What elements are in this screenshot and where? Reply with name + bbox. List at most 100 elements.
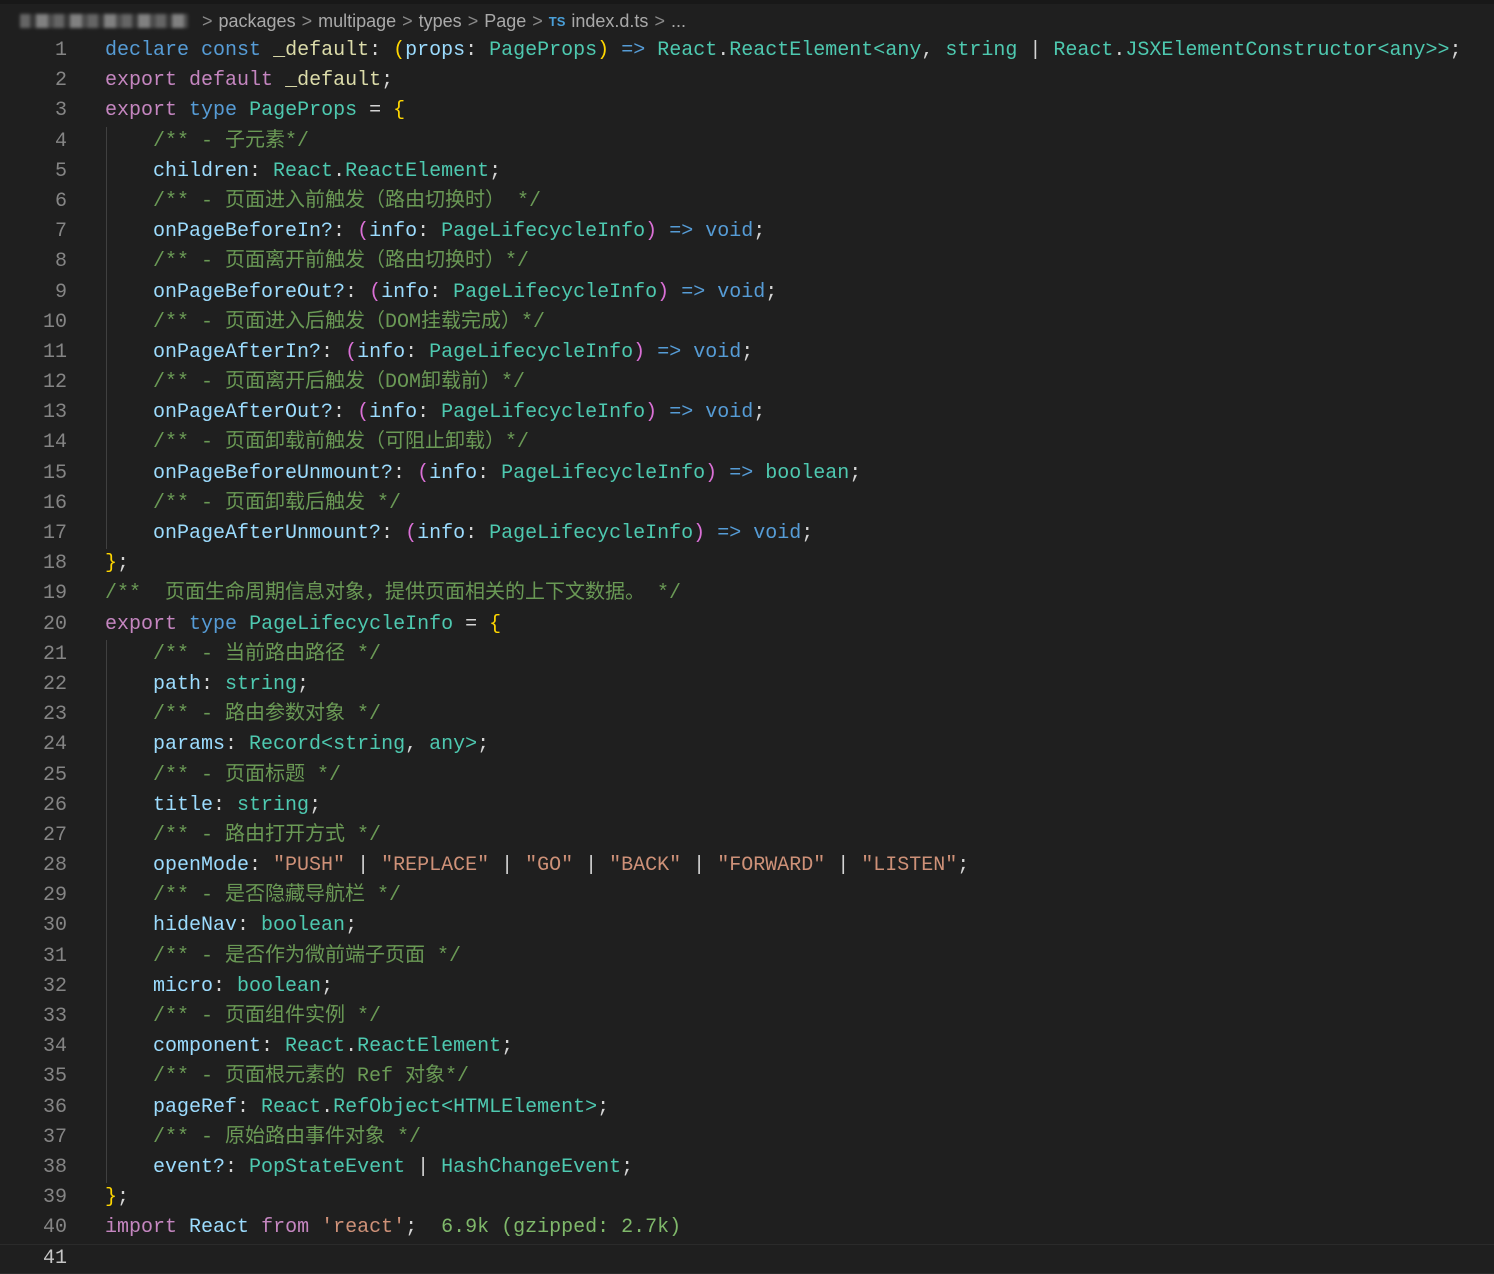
- import-cost-annotation: 6.9k (gzipped: 2.7k): [441, 1216, 682, 1240]
- code-token: :: [225, 733, 250, 757]
- line-number: 11: [42, 340, 67, 364]
- code-token: (: [369, 280, 382, 304]
- code-line[interactable]: 34 component: React.ReactElement;: [0, 1032, 1494, 1063]
- code-token: |: [825, 854, 862, 878]
- line-number: 33: [42, 1005, 67, 1028]
- code-token: /** - 页面离开后触发（DOM卸载前）*/: [105, 371, 526, 395]
- code-line[interactable]: 8 /** - 页面离开前触发（路由切换时）*/: [0, 247, 1494, 278]
- code-line[interactable]: 26 title: string;: [0, 790, 1494, 821]
- code-line[interactable]: 20 export type PageLifecycleInfo = {: [0, 610, 1494, 640]
- code-line[interactable]: 11 onPageAfterIn?: (info: PageLifecycleI…: [0, 337, 1494, 369]
- code-line[interactable]: 35 /** - 页面根元素的 Ref 对象*/: [0, 1062, 1494, 1093]
- code-token: :: [417, 220, 442, 244]
- code-token: (: [393, 39, 406, 62]
- code-line[interactable]: 33 /** - 页面组件实例 */: [0, 1002, 1494, 1033]
- code-line[interactable]: 14 /** - 页面卸载前触发（可阻止卸载）*/: [0, 428, 1494, 459]
- breadcrumb-item-file[interactable]: index.d.ts: [571, 11, 648, 32]
- code-line[interactable]: 3 export type PageProps = {: [0, 96, 1494, 126]
- code-token: hideNav: [105, 914, 238, 938]
- breadcrumb-symbols[interactable]: ...: [671, 11, 686, 32]
- line-number: 36: [42, 1095, 67, 1119]
- code-line[interactable]: 22 path: string;: [0, 669, 1494, 701]
- code-token: onPageBeforeUnmount?: [105, 461, 394, 485]
- code-line[interactable]: 40 import React from 'react'; 6.9k (gzipp…: [0, 1213, 1494, 1243]
- code-token: "LISTEN": [861, 854, 958, 878]
- code-token: _default: [285, 69, 382, 93]
- code-token: string: [237, 793, 310, 817]
- breadcrumb-item-page[interactable]: Page: [484, 11, 526, 32]
- code-line[interactable]: 31 /** - 是否作为微前端子页面 */: [0, 941, 1494, 972]
- code-line[interactable]: 5 children: React.ReactElement;: [0, 156, 1494, 187]
- line-number: 32: [42, 974, 67, 998]
- line-number: 8: [54, 250, 67, 274]
- code-line[interactable]: 36 pageRef: React.RefObject<HTMLElement>…: [0, 1092, 1494, 1123]
- code-token: PopStateEvent: [249, 1155, 406, 1179]
- code-token: ;: [597, 1095, 610, 1119]
- code-line[interactable]: 9 onPageBeforeOut?: (info: PageLifecycle…: [0, 277, 1494, 308]
- code-token: boolean: [237, 974, 322, 998]
- code-token: :: [201, 672, 226, 696]
- code-line[interactable]: 27 /** - 路由打开方式 */: [0, 820, 1494, 852]
- code-line[interactable]: 24 params: Record<string, any>;: [0, 730, 1494, 761]
- code-line[interactable]: 4 /** - 子元素*/: [0, 126, 1494, 157]
- code-line[interactable]: 41: [0, 1244, 1494, 1274]
- code-line[interactable]: 17 onPageAfterUnmount?: (info: PageLifec…: [0, 519, 1494, 550]
- code-line[interactable]: 39};: [0, 1183, 1494, 1213]
- code-token: :: [213, 974, 238, 998]
- code-line[interactable]: 7 onPageBeforeIn?: (info: PageLifecycleI…: [0, 217, 1494, 248]
- code-line[interactable]: 21 /** - 当前路由路径 */: [0, 639, 1494, 670]
- code-line[interactable]: 16 /** - 页面卸载后触发 */: [0, 488, 1494, 519]
- code-line[interactable]: 29 /** - 是否隐藏导航栏 */: [0, 881, 1494, 912]
- code-text: /** - 子元素*/: [105, 127, 309, 157]
- code-token: _default: [273, 39, 370, 62]
- code-token: export: [105, 99, 178, 123]
- code-line[interactable]: 19 /** 页面生命周期信息对象，提供页面相关的上下文数据。 */: [0, 579, 1494, 609]
- code-line[interactable]: 23 /** - 路由参数对象 */: [0, 700, 1494, 731]
- code-line[interactable]: 6 /** - 页面进入前触发（路由切换时） */: [0, 186, 1494, 218]
- code-line[interactable]: 38 event?: PopStateEvent | HashChangeEve…: [0, 1152, 1494, 1184]
- code-line[interactable]: 28 openMode: "PUSH" | "REPLACE" | "GO" |…: [0, 851, 1494, 882]
- code-token: ReactElement: [345, 159, 490, 183]
- code-line[interactable]: 13 onPageAfterOut?: (info: PageLifecycle…: [0, 398, 1494, 429]
- code-token: ;: [621, 1155, 634, 1179]
- code-token: HTMLElement: [453, 1095, 586, 1119]
- code-text: export type PageProps = {: [105, 96, 405, 126]
- code-token: any: [885, 39, 922, 62]
- code-line[interactable]: 32 micro: boolean;: [0, 971, 1494, 1002]
- code-token: :: [333, 220, 358, 244]
- breadcrumb-redacted-root[interactable]: [20, 14, 188, 28]
- code-line[interactable]: 18};: [0, 549, 1494, 579]
- code-token: /** - 路由参数对象 */: [105, 703, 382, 727]
- code-token: info: [357, 340, 406, 364]
- code-token: (: [345, 340, 358, 364]
- code-token: /** - 页面进入后触发（DOM挂载完成）*/: [105, 310, 546, 334]
- code-token: React: [261, 1095, 322, 1119]
- code-text: /** - 页面标题 */: [105, 761, 341, 791]
- code-line[interactable]: 1 declare const _default: (props: PagePro…: [0, 36, 1494, 66]
- breadcrumb-item-packages[interactable]: packages: [219, 11, 296, 32]
- code-line[interactable]: 37 /** - 原始路由事件对象 */: [0, 1122, 1494, 1153]
- code-token: |: [573, 854, 610, 878]
- code-token: /** - 页面根元素的 Ref 对象*/: [105, 1065, 470, 1089]
- breadcrumb-item-types[interactable]: types: [419, 11, 462, 32]
- code-line[interactable]: 2 export default _default;: [0, 66, 1494, 96]
- line-number: 30: [42, 914, 67, 938]
- code-editor[interactable]: 1 declare const _default: (props: PagePro…: [0, 36, 1494, 1274]
- chevron-right-icon: >: [402, 10, 413, 31]
- code-line[interactable]: 30 hideNav: boolean;: [0, 911, 1494, 942]
- code-line[interactable]: 25 /** - 页面标题 */: [0, 760, 1494, 791]
- line-number: 14: [42, 431, 67, 455]
- code-line[interactable]: 12 /** - 页面离开后触发（DOM卸载前）*/: [0, 368, 1494, 399]
- code-token: :: [405, 340, 430, 364]
- code-text: openMode: "PUSH" | "REPLACE" | "GO" | "B…: [105, 851, 969, 881]
- code-token: export: [105, 612, 178, 636]
- code-line[interactable]: 15 onPageBeforeUnmount?: (info: PageLife…: [0, 458, 1494, 489]
- breadcrumb-item-multipage[interactable]: multipage: [318, 11, 396, 32]
- code-line[interactable]: 10 /** - 页面进入后触发（DOM挂载完成）*/: [0, 307, 1494, 338]
- code-token: ): [597, 39, 610, 62]
